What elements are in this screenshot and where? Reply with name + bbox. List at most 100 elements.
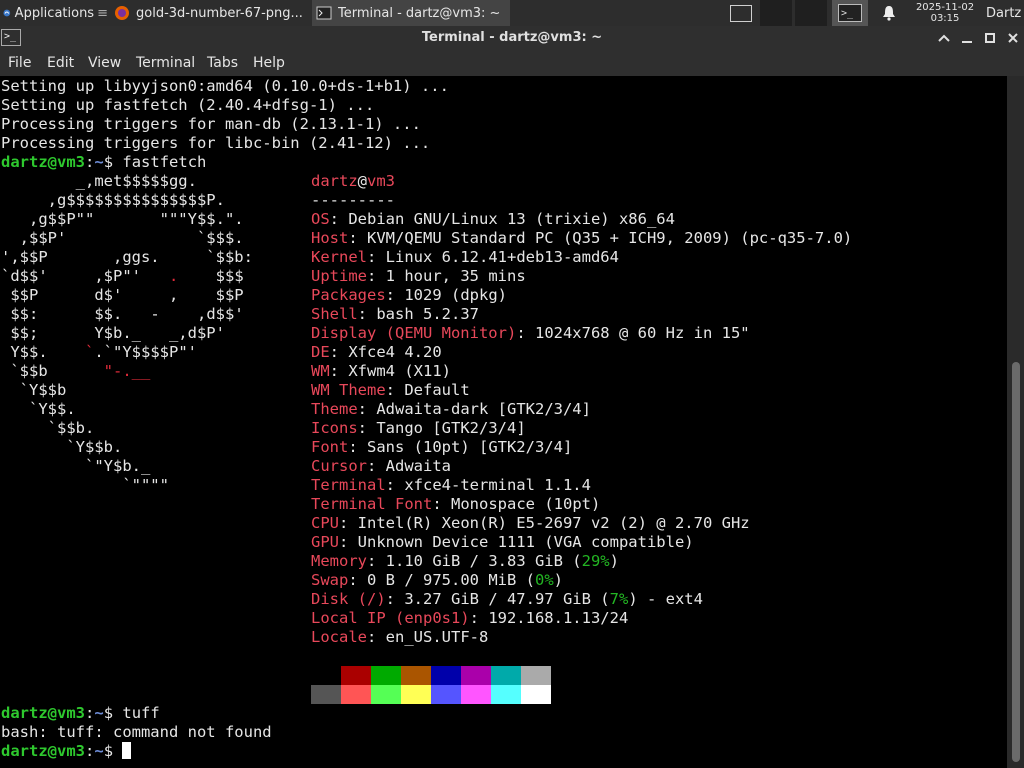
- info-label: Shell: [311, 305, 358, 323]
- logo-line: $$; Y$b._ _,d$P': [1, 324, 225, 342]
- color-swatch: [311, 666, 341, 685]
- info-label: Locale: [311, 628, 367, 646]
- info-row: Theme: Adwaita-dark [GTK2/3/4]: [311, 400, 591, 418]
- color-swatch: [431, 685, 461, 704]
- close-button[interactable]: [1003, 28, 1023, 48]
- maximize-icon: [985, 33, 995, 43]
- info-row: Terminal: xfce4-terminal 1.1.4: [311, 476, 591, 494]
- prompt-symbol: $: [103, 153, 114, 171]
- prompt-user: dartz@vm3: [1, 742, 85, 760]
- info-label: Font: [311, 438, 349, 456]
- info-row: Local IP (enp0s1): 192.168.1.13/24: [311, 609, 629, 627]
- info-row: Cursor: Adwaita: [311, 457, 451, 475]
- clock[interactable]: 2025-11-02 03:15: [908, 0, 982, 26]
- taskbar-label: gold-3d-number-67-png...: [136, 5, 303, 21]
- color-swatch: [491, 666, 521, 685]
- workspace-1[interactable]: [760, 0, 792, 26]
- taskbar-button-terminal[interactable]: Terminal - dartz@vm3: ~: [312, 0, 510, 26]
- info-value: Xfce4 4.20: [348, 343, 442, 361]
- taskbar-button-browser[interactable]: gold-3d-number-67-png...: [110, 0, 310, 26]
- logo-line: `Y$$b.: [1, 438, 123, 456]
- logo-line: `Y$$.: [1, 400, 76, 418]
- info-value: 3.27 GiB / 47.97 GiB (: [404, 590, 610, 608]
- top-panel: Applications ≡ gold-3d-number-67-png... …: [0, 0, 1024, 26]
- scrollbar-thumb[interactable]: [1012, 362, 1020, 762]
- info-value: Linux 6.12.41+deb13-amd64: [385, 248, 619, 266]
- scrollbar[interactable]: [1007, 76, 1024, 768]
- show-desktop-button[interactable]: [728, 0, 754, 26]
- info-value: Adwaita: [385, 457, 451, 475]
- chevron-up-icon: [938, 34, 950, 42]
- info-header: dartz@vm3: [311, 172, 395, 191]
- info-label: Icons: [311, 419, 358, 437]
- info-percent: 29%: [581, 552, 610, 570]
- info-row: Uptime: 1 hour, 35 mins: [311, 267, 526, 285]
- menu-terminal[interactable]: Terminal: [136, 50, 195, 76]
- color-swatch: [341, 685, 371, 704]
- info-separator: ---------: [311, 191, 395, 209]
- info-value: 1.10 GiB / 3.83 GiB (: [385, 552, 582, 570]
- prompt-line: dartz@vm3:~$ fastfetch: [1, 153, 207, 171]
- info-value: en_US.UTF-8: [385, 628, 489, 646]
- info-value: 1024x768 @ 60 Hz in 15": [534, 324, 750, 342]
- menu-separator-icon: ≡: [97, 5, 108, 21]
- prompt-path: ~: [94, 704, 104, 722]
- info-percent: 0%: [534, 571, 554, 589]
- info-row: Packages: 1029 (dpkg): [311, 286, 507, 304]
- menu-edit[interactable]: Edit: [47, 50, 74, 76]
- window-title: Terminal - dartz@vm3: ~: [421, 30, 603, 45]
- info-tail: ): [553, 571, 563, 589]
- xfce-logo-icon: [3, 9, 11, 17]
- info-tail: ): [609, 552, 619, 570]
- shade-button[interactable]: [934, 28, 954, 48]
- applications-menu-button[interactable]: Applications ≡: [0, 0, 108, 26]
- color-swatch: [401, 666, 431, 685]
- info-label: Packages: [311, 286, 386, 304]
- color-swatch: [491, 685, 521, 704]
- menu-view[interactable]: View: [88, 50, 121, 76]
- maximize-button[interactable]: [980, 28, 1000, 48]
- info-row: Swap: 0 B / 975.00 MiB (0%): [311, 571, 563, 589]
- info-row: Terminal Font: Monospace (10pt): [311, 495, 601, 513]
- output-line: Processing triggers for libc-bin (2.41-1…: [1, 134, 431, 152]
- terminal-area[interactable]: Setting up libyyjson0:amd64 (0.10.0+ds-1…: [0, 76, 1007, 768]
- info-label: CPU: [311, 514, 339, 532]
- info-label: GPU: [311, 533, 339, 551]
- info-row: DE: Xfce4 4.20: [311, 343, 442, 361]
- logo-line: $$: $$. - ,d$$': [1, 305, 244, 323]
- info-percent: 7%: [609, 590, 629, 608]
- menu-tabs[interactable]: Tabs: [207, 50, 238, 76]
- window-titlebar[interactable]: >_ Terminal - dartz@vm3: ~: [0, 26, 1024, 50]
- prompt-path: ~: [94, 742, 104, 760]
- info-label: Cursor: [311, 457, 367, 475]
- info-value: xfce4-terminal 1.1.4: [404, 476, 591, 494]
- logo-line: $$P d$' , $$P: [1, 286, 244, 304]
- prompt-line-active: dartz@vm3:~$: [1, 742, 132, 761]
- color-swatch: [371, 666, 401, 685]
- info-value: 192.168.1.13/24: [488, 609, 629, 627]
- output-line: Processing triggers for man-db (2.13.1-1…: [1, 115, 421, 133]
- prompt-line: dartz@vm3:~$ tuff: [1, 704, 160, 722]
- user-menu[interactable]: Dartz: [986, 0, 1024, 26]
- color-swatch: [431, 666, 461, 685]
- info-row: Disk (/): 3.27 GiB / 47.97 GiB (7%) - ex…: [311, 590, 703, 608]
- workspace-2[interactable]: [795, 0, 827, 26]
- logo-line: ,$$P' `$$$.: [1, 229, 244, 247]
- menu-file[interactable]: File: [8, 50, 31, 76]
- info-row: Shell: bash 5.2.37: [311, 305, 479, 323]
- menu-help[interactable]: Help: [253, 50, 285, 76]
- info-value: Tango [GTK2/3/4]: [376, 419, 526, 437]
- output-line: Setting up libyyjson0:amd64 (0.10.0+ds-1…: [1, 77, 449, 95]
- logo-line: ',$$P ,ggs. `$$b:: [1, 248, 253, 266]
- command-text: fastfetch: [122, 153, 207, 171]
- desktop-icon: [730, 4, 752, 22]
- notifications-button[interactable]: [878, 0, 900, 26]
- info-value: Default: [404, 381, 470, 399]
- info-row: Host: KVM/QEMU Standard PC (Q35 + ICH9, …: [311, 229, 853, 247]
- minimize-button[interactable]: [957, 28, 977, 48]
- info-label: Local IP (enp0s1): [311, 609, 470, 627]
- clock-date: 2025-11-02: [915, 2, 975, 13]
- workspace-3-active[interactable]: >_: [832, 0, 868, 26]
- logo-line: `$$b.: [1, 419, 95, 437]
- color-swatch: [521, 666, 551, 685]
